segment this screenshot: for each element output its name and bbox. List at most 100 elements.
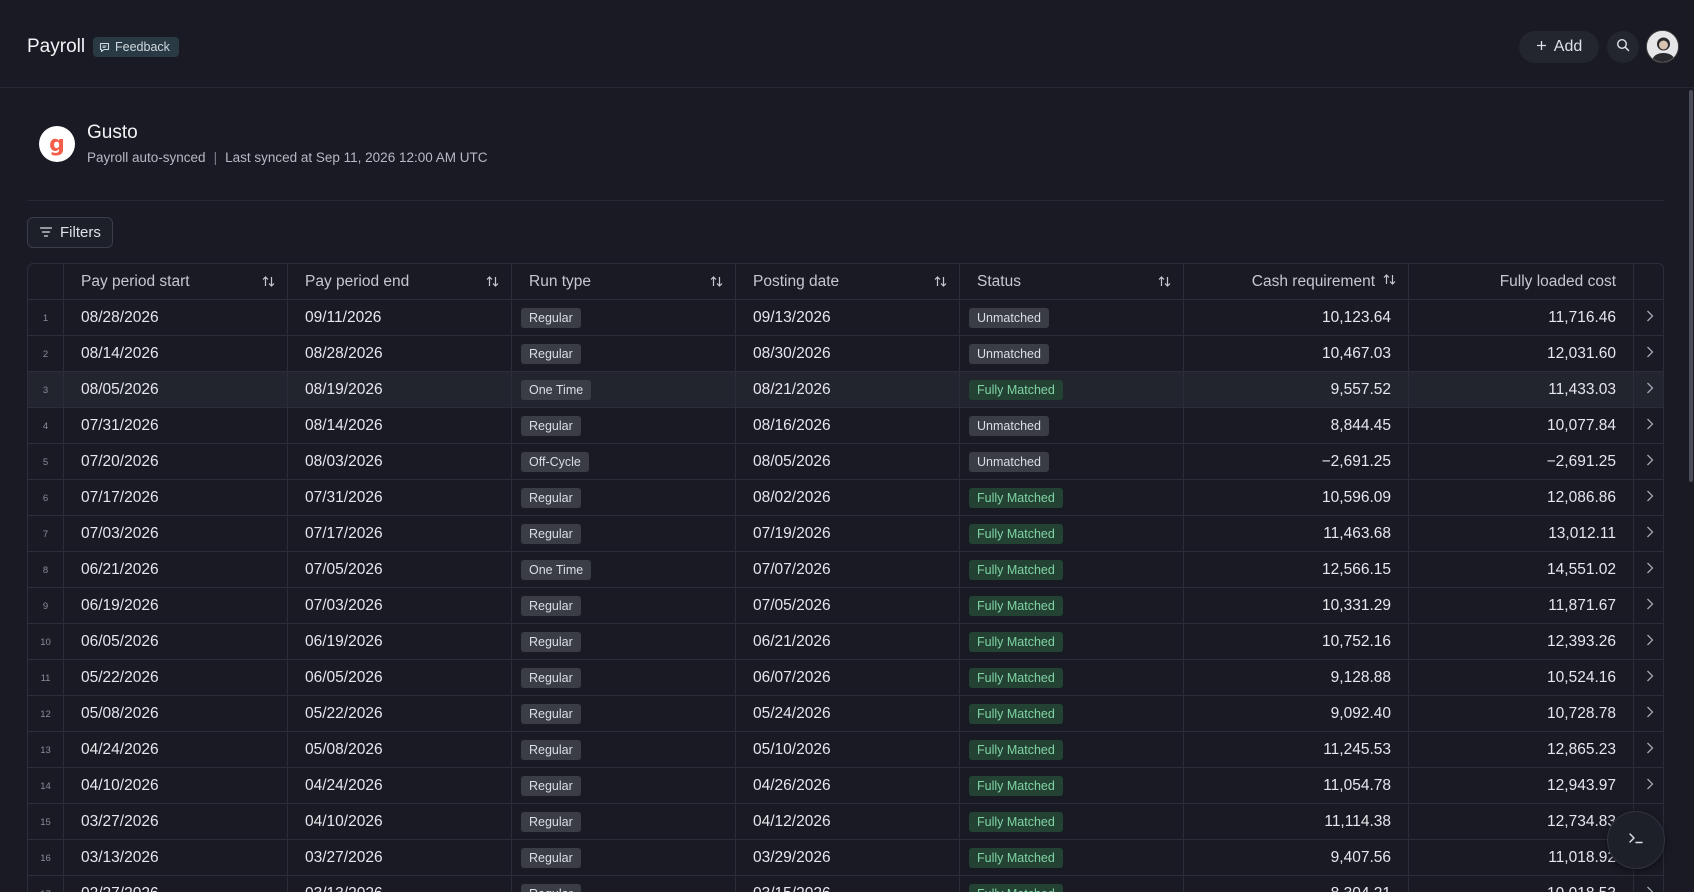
scrollbar-thumb[interactable] bbox=[1689, 90, 1693, 482]
cash-requirement: 10,752.16 bbox=[1184, 624, 1409, 660]
row-open-button[interactable] bbox=[1634, 732, 1663, 768]
row-index: 8 bbox=[28, 552, 64, 588]
chevron-right-icon bbox=[1646, 885, 1654, 892]
separator: | bbox=[213, 150, 218, 165]
run-type-cell: Regular bbox=[512, 588, 736, 624]
row-open-button[interactable] bbox=[1634, 516, 1663, 552]
pay-period-end: 07/03/2026 bbox=[288, 588, 512, 624]
table-row[interactable]: 5 07/20/2026 08/03/2026 Off-Cycle 08/05/2026… bbox=[28, 444, 1663, 480]
cash-requirement: 11,463.68 bbox=[1184, 516, 1409, 552]
pay-period-start: 06/05/2026 bbox=[64, 624, 288, 660]
table-row[interactable]: 16 03/13/2026 03/27/2026 Regular 03/29/2026 F… bbox=[28, 840, 1663, 876]
sort-icon[interactable] bbox=[262, 275, 275, 293]
table-row[interactable]: 2 08/14/2026 08/28/2026 Regular 08/30/2026 Un… bbox=[28, 336, 1663, 372]
posting-date: 08/21/2026 bbox=[736, 372, 960, 408]
pay-period-start: 03/27/2026 bbox=[64, 804, 288, 840]
search-button[interactable] bbox=[1607, 31, 1639, 63]
status-badge: Fully Matched bbox=[969, 380, 1063, 400]
column-header-pay-period-start[interactable]: Pay period start bbox=[64, 264, 288, 300]
row-open-button[interactable] bbox=[1634, 408, 1663, 444]
sort-icon[interactable] bbox=[486, 275, 499, 293]
status-cell: Fully Matched bbox=[960, 876, 1184, 892]
status-badge: Unmatched bbox=[969, 308, 1049, 328]
pay-period-end: 07/05/2026 bbox=[288, 552, 512, 588]
row-open-button[interactable] bbox=[1634, 444, 1663, 480]
table-row[interactable]: 6 07/17/2026 07/31/2026 Regular 08/02/2026 Fu… bbox=[28, 480, 1663, 516]
search-icon bbox=[1616, 38, 1630, 57]
chevron-right-icon bbox=[1646, 489, 1654, 507]
table-row[interactable]: 14 04/10/2026 04/24/2026 Regular 04/26/2026 F… bbox=[28, 768, 1663, 804]
status-badge: Fully Matched bbox=[969, 560, 1063, 580]
pay-period-end: 06/19/2026 bbox=[288, 624, 512, 660]
cash-requirement: 9,092.40 bbox=[1184, 696, 1409, 732]
table-row[interactable]: 15 03/27/2026 04/10/2026 Regular 04/12/2026 F… bbox=[28, 804, 1663, 840]
posting-date: 08/05/2026 bbox=[736, 444, 960, 480]
fully-loaded-cost: 14,551.02 bbox=[1409, 552, 1634, 588]
terminal-button[interactable] bbox=[1607, 811, 1665, 869]
row-open-button[interactable] bbox=[1634, 336, 1663, 372]
table-row[interactable]: 13 04/24/2026 05/08/2026 Regular 05/10/2026 F… bbox=[28, 732, 1663, 768]
header-action bbox=[1634, 264, 1663, 300]
status-badge: Fully Matched bbox=[969, 884, 1063, 892]
sort-icon[interactable] bbox=[1158, 275, 1171, 293]
sort-icon[interactable] bbox=[934, 275, 947, 293]
filters-button[interactable]: Filters bbox=[27, 217, 113, 248]
run-type-cell: Regular bbox=[512, 516, 736, 552]
table-row[interactable]: 1 08/28/2026 09/11/2026 Regular 09/13/2026 Un… bbox=[28, 300, 1663, 336]
fully-loaded-cost: 12,943.97 bbox=[1409, 768, 1634, 804]
column-header-pay-period-end[interactable]: Pay period end bbox=[288, 264, 512, 300]
table-row[interactable]: 8 06/21/2026 07/05/2026 One Time 07/07/2026 F… bbox=[28, 552, 1663, 588]
run-type-cell: Regular bbox=[512, 660, 736, 696]
cash-requirement: 8,844.45 bbox=[1184, 408, 1409, 444]
cash-requirement: 10,123.64 bbox=[1184, 300, 1409, 336]
column-header-run-type[interactable]: Run type bbox=[512, 264, 736, 300]
row-open-button[interactable] bbox=[1634, 372, 1663, 408]
status-badge: Fully Matched bbox=[969, 488, 1063, 508]
row-open-button[interactable] bbox=[1634, 588, 1663, 624]
fully-loaded-cost: 11,871.67 bbox=[1409, 588, 1634, 624]
provider-name: Gusto bbox=[87, 122, 138, 143]
table-row[interactable]: 11 05/22/2026 06/05/2026 Regular 06/07/2026 F… bbox=[28, 660, 1663, 696]
status-cell: Fully Matched bbox=[960, 588, 1184, 624]
header-index bbox=[28, 264, 64, 300]
row-open-button[interactable] bbox=[1634, 660, 1663, 696]
row-open-button[interactable] bbox=[1634, 696, 1663, 732]
row-open-button[interactable] bbox=[1634, 768, 1663, 804]
status-badge: Fully Matched bbox=[969, 596, 1063, 616]
feedback-button[interactable]: Feedback bbox=[93, 37, 179, 57]
run-type-cell: Regular bbox=[512, 696, 736, 732]
column-header-posting-date[interactable]: Posting date bbox=[736, 264, 960, 300]
pay-period-start: 07/03/2026 bbox=[64, 516, 288, 552]
row-open-button[interactable] bbox=[1634, 624, 1663, 660]
status-cell: Fully Matched bbox=[960, 696, 1184, 732]
table-row[interactable]: 12 05/08/2026 05/22/2026 Regular 05/24/2026 F… bbox=[28, 696, 1663, 732]
column-header-cash-requirement[interactable]: Cash requirement bbox=[1184, 264, 1409, 300]
filter-icon bbox=[39, 224, 53, 241]
table-row[interactable]: 3 08/05/2026 08/19/2026 One Time 08/21/2026 F… bbox=[28, 372, 1663, 408]
column-header-status[interactable]: Status bbox=[960, 264, 1184, 300]
filters-label: Filters bbox=[60, 224, 101, 241]
table-row[interactable]: 1702/27/202603/13/2026 Regular 03/15/2026 F… bbox=[28, 876, 1663, 892]
chevron-right-icon bbox=[1646, 741, 1654, 759]
table-row[interactable]: 7 07/03/2026 07/17/2026 Regular 07/19/2026 Fu… bbox=[28, 516, 1663, 552]
fully-loaded-cost: 10,018.53 bbox=[1409, 876, 1634, 892]
column-header-fully-loaded-cost[interactable]: Fully loaded cost bbox=[1409, 264, 1634, 300]
table-row[interactable]: 9 06/19/2026 07/03/2026 Regular 07/05/2026 Fu… bbox=[28, 588, 1663, 624]
table-row[interactable]: 10 06/05/2026 06/19/2026 Regular 06/21/2026 F… bbox=[28, 624, 1663, 660]
avatar[interactable] bbox=[1646, 30, 1679, 63]
status-badge: Fully Matched bbox=[969, 632, 1063, 652]
sort-icon[interactable] bbox=[1383, 273, 1396, 291]
row-open-button[interactable] bbox=[1634, 876, 1663, 892]
column-label: Pay period end bbox=[305, 273, 410, 290]
chevron-right-icon bbox=[1646, 705, 1654, 723]
column-label: Run type bbox=[529, 273, 592, 290]
row-open-button[interactable] bbox=[1634, 300, 1663, 336]
row-open-button[interactable] bbox=[1634, 552, 1663, 588]
pay-period-start: 05/22/2026 bbox=[64, 660, 288, 696]
row-open-button[interactable] bbox=[1634, 480, 1663, 516]
row-index: 15 bbox=[28, 804, 64, 840]
sort-icon[interactable] bbox=[710, 275, 723, 293]
add-button[interactable]: Add bbox=[1519, 31, 1599, 63]
pay-period-end: 09/11/2026 bbox=[288, 300, 512, 336]
table-row[interactable]: 4 07/31/2026 08/14/2026 Regular 08/16/2026 Un… bbox=[28, 408, 1663, 444]
